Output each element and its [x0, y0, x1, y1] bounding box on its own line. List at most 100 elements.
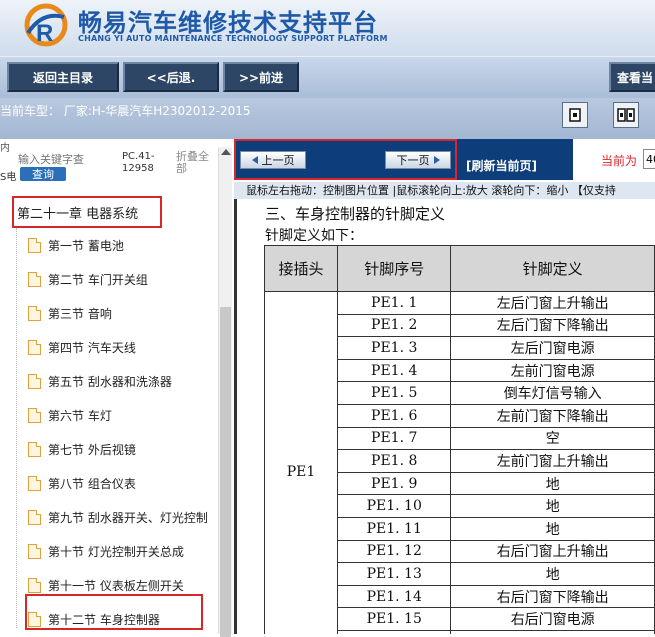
tree-item-label: 第十节 灯光控制开关总成: [48, 544, 184, 559]
nav-buttons-highlight: [234, 139, 457, 180]
platform-subtitle: CHANG YI AUTO MAINTENANCE TECHNOLOGY SUP…: [78, 34, 388, 43]
pin-number-cell: PE1. 10: [337, 494, 452, 518]
tree-item[interactable]: 第二节 车门开关组: [28, 268, 148, 290]
tree-item[interactable]: 第十一节 仪表板左侧开关: [28, 574, 184, 596]
pin-number-cell: PE1. 15: [337, 607, 452, 631]
query-button[interactable]: 查询: [20, 167, 66, 181]
document-page[interactable]: 三、车身控制器的针脚定义 针脚定义如下： 接插头 针脚序号 针脚定义 PE1 PE…: [234, 199, 655, 634]
tree-item-label: 第二节 车门开关组: [48, 272, 148, 287]
pin-number-cell: PE1. 14: [337, 584, 452, 609]
tree-item[interactable]: 第十节 灯光控制开关总成: [28, 540, 184, 562]
table-header-row: 接插头 针脚序号 针脚定义: [263, 245, 655, 292]
pin-definition-cell: 空: [450, 426, 655, 451]
document-icon: [28, 441, 41, 457]
double-page-icon: [617, 108, 635, 122]
tree-item[interactable]: 第六节 车灯: [28, 404, 112, 426]
pin-number-cell: PE1. 2: [337, 313, 452, 338]
pin-number-cell: PE1. 4: [337, 358, 452, 383]
doc-heading: 三、车身控制器的针脚定义: [265, 205, 446, 223]
vehicle-bar: 当前车型： 厂家:H-华晨汽车H2302012-2015: [0, 98, 655, 139]
header-pin-number: 针脚序号: [337, 245, 452, 292]
pin-number-cell: PE1. 8: [337, 449, 452, 473]
document-icon: [28, 271, 41, 287]
double-page-view-button[interactable]: [613, 102, 639, 128]
pin-table-body: PE1 PE1. 1 左后门窗上升输出 PE1. 2 左后门窗下降输出 PE1. 3 左后门…: [263, 291, 655, 634]
pin-number-cell: PE1. 3: [337, 336, 452, 360]
single-page-icon: [569, 108, 581, 122]
tree-chapter-electrical[interactable]: 第二十一章 电器系统: [12, 196, 162, 228]
left-panel: 内 S电 查询 PC.41-12958 折叠全部 第二十一章 电器系统 第一节 …: [0, 139, 234, 637]
page-nav-bar: 上一页 下一页 [刷新当前页] 当前为: [234, 139, 655, 180]
back-button[interactable]: <<后退.: [123, 62, 219, 92]
main-toolbar: 返回主目录 <<后退. >>前进 查看当: [0, 56, 655, 98]
tree-item[interactable]: 第四节 汽车天线: [28, 336, 136, 358]
document-icon: [28, 237, 41, 253]
usage-hint: 鼠标左右拖动：控制图片位置 |鼠标滚轮向上:放大 滚轮向下：缩小 【仅支持: [234, 182, 655, 199]
current-vehicle-label: 当前车型： 厂家:H-华晨汽车H2302012-2015: [0, 104, 251, 118]
header-connector: 接插头: [263, 245, 339, 292]
tree-scrollbar[interactable]: [218, 147, 232, 637]
document-icon: [28, 407, 41, 423]
tree-item[interactable]: 第五节 刮水器和洗涤器: [28, 370, 172, 392]
view-button[interactable]: 查看当: [609, 62, 655, 92]
document-icon: [28, 305, 41, 321]
pin-definition-cell: 左后门窗电源: [450, 336, 655, 360]
query-prefix-label: S电: [0, 172, 17, 183]
refresh-page-button[interactable]: [刷新当前页]: [466, 157, 537, 174]
tree-item-label: 第十一节 仪表板左侧开关: [48, 578, 184, 593]
tree-item[interactable]: 第一节 蓄电池: [28, 234, 124, 256]
pin-definition-cell: 左前门窗下降输出: [450, 403, 655, 428]
logo-icon: R: [24, 3, 68, 47]
document-icon: [28, 543, 41, 559]
pin-number-cell: PE1. 13: [337, 562, 452, 586]
single-page-view-button[interactable]: [562, 102, 588, 128]
pc-code-label: PC.41-12958: [122, 151, 155, 174]
tree-item[interactable]: 第七节 外后视镜: [28, 438, 136, 460]
scrollbar-thumb[interactable]: [220, 307, 231, 637]
current-page-label: 当前为: [601, 154, 638, 168]
tree-item-label: 第七节 外后视镜: [48, 442, 136, 457]
tree-item-label: 第九节 刮水器开关、灯光控制: [48, 510, 208, 525]
forward-button[interactable]: >>前进: [223, 62, 299, 92]
tree-item[interactable]: 第九节 刮水器开关、灯光控制: [28, 506, 208, 528]
table-row: PE1 PE1. 1 左后门窗上升输出: [263, 291, 655, 634]
pin-definition-cell: 地: [450, 471, 655, 496]
svg-text:R: R: [36, 20, 53, 47]
tree-connector-line: [16, 228, 17, 628]
scroll-up-icon[interactable]: [221, 149, 231, 155]
connector-cell: PE1: [263, 291, 339, 634]
tree-item-label: 第四节 汽车天线: [48, 340, 136, 355]
home-button[interactable]: 返回主目录: [7, 62, 119, 92]
collapse-all-button[interactable]: 折叠全部: [176, 151, 216, 175]
pin-definition-cell: 右前门窗电源: [450, 629, 655, 634]
pin-definition-cell: 地: [450, 562, 655, 586]
tree-item-label: 第三节 音响: [48, 306, 112, 321]
tree-item-label: 第八节 组合仪表: [48, 476, 136, 491]
pin-definition-cell: 倒车灯信号输入: [450, 381, 655, 405]
pin-number-cell: PE1. 6: [337, 403, 452, 428]
tree-item-label: 第一节 蓄电池: [48, 238, 124, 253]
header-pin-definition: 针脚定义: [450, 245, 655, 292]
tree-item[interactable]: 第八节 组合仪表: [28, 472, 136, 494]
pin-definition-cell: 右后门窗电源: [450, 607, 655, 631]
platform-title: 畅易汽车维修技术支持平台: [78, 9, 378, 37]
pin-number-cell: PE1. 9: [337, 471, 452, 496]
pin-number-cell: PE1. 5: [337, 381, 452, 405]
pin-number-cell: PE1. 11: [337, 516, 452, 541]
tree-item-label: 第五节 刮水器和洗涤器: [48, 374, 172, 389]
tree-item-label: 第六节 车灯: [48, 408, 112, 423]
keyword-search-input[interactable]: [18, 152, 118, 166]
pin-number-cell: PE1. 1: [337, 291, 452, 315]
selected-item-highlight: [25, 594, 203, 630]
pin-definition-cell: 地: [450, 494, 655, 518]
document-icon: [28, 373, 41, 389]
document-icon: [28, 509, 41, 525]
page-number-input[interactable]: [643, 149, 655, 169]
tree-item[interactable]: 第三节 音响: [28, 302, 112, 324]
pin-definition-cell: 左前门窗电源: [450, 358, 655, 383]
pin-definition-cell: 左后门窗上升输出: [450, 291, 655, 315]
doc-subheading: 针脚定义如下：: [265, 228, 363, 244]
left-top-strip: 内: [0, 143, 10, 154]
pin-definition-cell: 右后门窗下降输出: [450, 584, 655, 609]
document-icon: [28, 339, 41, 355]
